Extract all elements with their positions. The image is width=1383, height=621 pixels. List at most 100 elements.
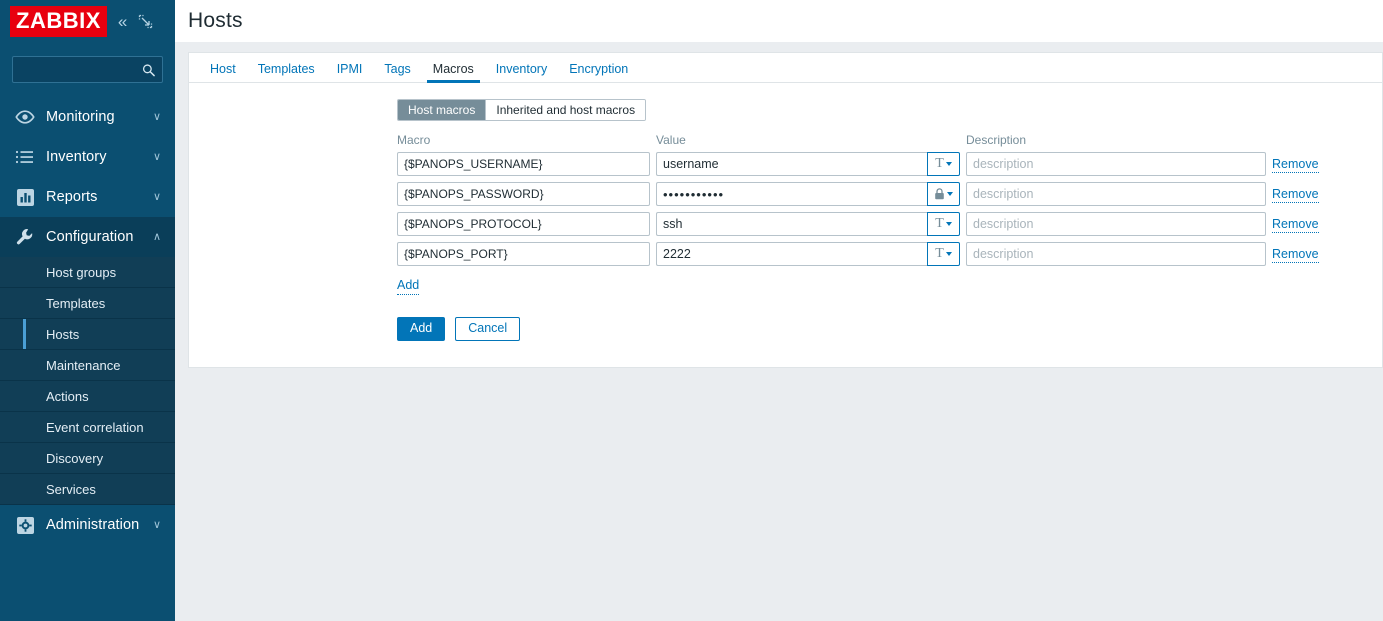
table-row: T Remove: [397, 242, 1326, 272]
table-row: Remove: [397, 182, 1326, 212]
search-box[interactable]: [12, 56, 163, 83]
text-type-icon[interactable]: T: [927, 242, 960, 266]
tab-host[interactable]: Host: [199, 61, 247, 83]
sidebar-item-monitoring[interactable]: Monitoring ∨: [0, 97, 175, 137]
tab-encryption[interactable]: Encryption: [558, 62, 639, 83]
toggle-inherited-and-host-macros[interactable]: Inherited and host macros: [486, 100, 646, 120]
macro-name-cell: [397, 212, 650, 242]
sidebar-item-configuration[interactable]: Configuration ∧: [0, 217, 175, 257]
column-header-description: Description: [966, 133, 1027, 147]
text-type-icon[interactable]: T: [927, 152, 960, 176]
sidebar-item-label: Reports: [46, 189, 98, 205]
tab-ipmi[interactable]: IPMI: [326, 62, 374, 83]
column-header-action: [1266, 133, 1326, 152]
macro-value-input-secret[interactable]: [656, 182, 927, 206]
macro-value-cell: T: [650, 152, 960, 182]
macro-value-cell: T: [650, 242, 960, 272]
eye-icon: [12, 106, 38, 128]
tab-inventory[interactable]: Inventory: [485, 61, 558, 83]
configuration-submenu: Host groups Templates Hosts Maintenance …: [0, 257, 175, 505]
sidebar-subitem-label: Services: [46, 481, 96, 497]
sidebar-item-inventory[interactable]: Inventory ∨: [0, 137, 175, 177]
sidebar-item-label: Inventory: [46, 149, 107, 165]
table-row: T Remove: [397, 152, 1326, 182]
host-form-card: Host Templates IPMI Tags Macros Inventor…: [188, 52, 1383, 368]
column-header-macro: Macro: [397, 133, 431, 147]
secret-lock-icon[interactable]: [927, 182, 960, 206]
add-macro-link[interactable]: Add: [397, 278, 420, 295]
remove-macro-link[interactable]: Remove: [1272, 217, 1319, 234]
tab-templates[interactable]: Templates: [247, 61, 326, 83]
sidebar-item-reports[interactable]: Reports ∨: [0, 177, 175, 217]
search-input[interactable]: [13, 57, 162, 82]
sidebar-subitem-services[interactable]: Services: [0, 474, 175, 505]
remove-macro-link[interactable]: Remove: [1272, 157, 1319, 174]
remove-macro-link[interactable]: Remove: [1272, 247, 1319, 264]
sidebar-subitem-discovery[interactable]: Discovery: [0, 443, 175, 474]
tab-label: Inventory: [495, 61, 548, 76]
active-indicator: [23, 381, 26, 411]
macro-name-cell: [397, 152, 650, 182]
tab-label: Host: [210, 61, 236, 76]
tab-tags[interactable]: Tags: [373, 61, 421, 83]
add-macro-row: Add: [397, 276, 1382, 295]
sidebar-logo-row: ZABBIX «: [0, 0, 175, 42]
text-type-icon[interactable]: T: [927, 212, 960, 236]
sidebar-item-label: Monitoring: [46, 109, 115, 125]
macro-description-input[interactable]: [966, 212, 1266, 236]
sidebar-subitem-templates[interactable]: Templates: [0, 288, 175, 319]
table-row: T Remove: [397, 212, 1326, 242]
chevron-down-icon: ∨: [152, 518, 161, 531]
macro-value-input[interactable]: [656, 242, 927, 266]
macro-description-input[interactable]: [966, 152, 1266, 176]
tab-label: Templates: [257, 61, 315, 76]
add-button[interactable]: Add: [397, 316, 446, 341]
sidebar-subitem-label: Host groups: [46, 264, 117, 280]
chevron-down-icon: [945, 162, 952, 166]
macro-description-input[interactable]: [966, 242, 1266, 266]
toggle-label: Host macros: [408, 103, 476, 117]
sidebar-search-wrap: [0, 42, 175, 89]
value-input-group: [656, 182, 960, 206]
sidebar-item-administration[interactable]: Administration ∨: [0, 505, 175, 545]
sidebar-subitem-maintenance[interactable]: Maintenance: [0, 350, 175, 381]
macro-name-input[interactable]: [397, 182, 650, 206]
macro-description-cell: [960, 242, 1266, 272]
sidebar-subitem-hosts[interactable]: Hosts: [0, 319, 175, 350]
chevron-down-icon: [945, 252, 952, 256]
sidebar-subitem-label: Discovery: [46, 450, 104, 466]
sidebar-item-label: Configuration: [46, 229, 134, 245]
active-indicator: [23, 443, 26, 473]
collapse-panel-icon[interactable]: [138, 14, 153, 29]
macro-action-cell: Remove: [1266, 182, 1326, 212]
macro-name-input[interactable]: [397, 212, 650, 236]
form-tabs: Host Templates IPMI Tags Macros Inventor…: [189, 53, 1382, 83]
macro-value-input[interactable]: [656, 152, 927, 176]
macro-name-input[interactable]: [397, 242, 650, 266]
macro-description-input[interactable]: [966, 182, 1266, 206]
macro-value-input[interactable]: [656, 212, 927, 236]
tab-label: Tags: [384, 61, 411, 76]
macros-table-head: Macro Value Description: [397, 133, 1326, 152]
chevrons-left-icon[interactable]: «: [117, 11, 128, 32]
tab-macros[interactable]: Macros: [422, 62, 485, 83]
gear-icon: [12, 514, 38, 536]
cancel-button[interactable]: Cancel: [455, 316, 521, 341]
active-indicator: [23, 412, 26, 442]
macro-name-cell: [397, 242, 650, 272]
active-indicator: [23, 288, 26, 318]
sidebar-subitem-label: Templates: [46, 295, 106, 311]
macro-name-input[interactable]: [397, 152, 650, 176]
macro-action-cell: Remove: [1266, 152, 1326, 182]
sidebar-subitem-actions[interactable]: Actions: [0, 381, 175, 412]
remove-macro-link[interactable]: Remove: [1272, 187, 1319, 204]
sidebar-subitem-event-correlation[interactable]: Event correlation: [0, 412, 175, 443]
macro-scope-toggle[interactable]: Host macros Inherited and host macros: [397, 99, 647, 121]
sidebar-subitem-host-groups[interactable]: Host groups: [0, 257, 175, 288]
value-input-group: T: [656, 152, 960, 176]
type-glyph: T: [935, 156, 944, 171]
macros-form: Host macros Inherited and host macros Ma…: [189, 83, 1382, 341]
macro-description-cell: [960, 212, 1266, 242]
chevron-down-icon: ∨: [152, 110, 161, 123]
toggle-host-macros[interactable]: Host macros: [398, 100, 487, 120]
